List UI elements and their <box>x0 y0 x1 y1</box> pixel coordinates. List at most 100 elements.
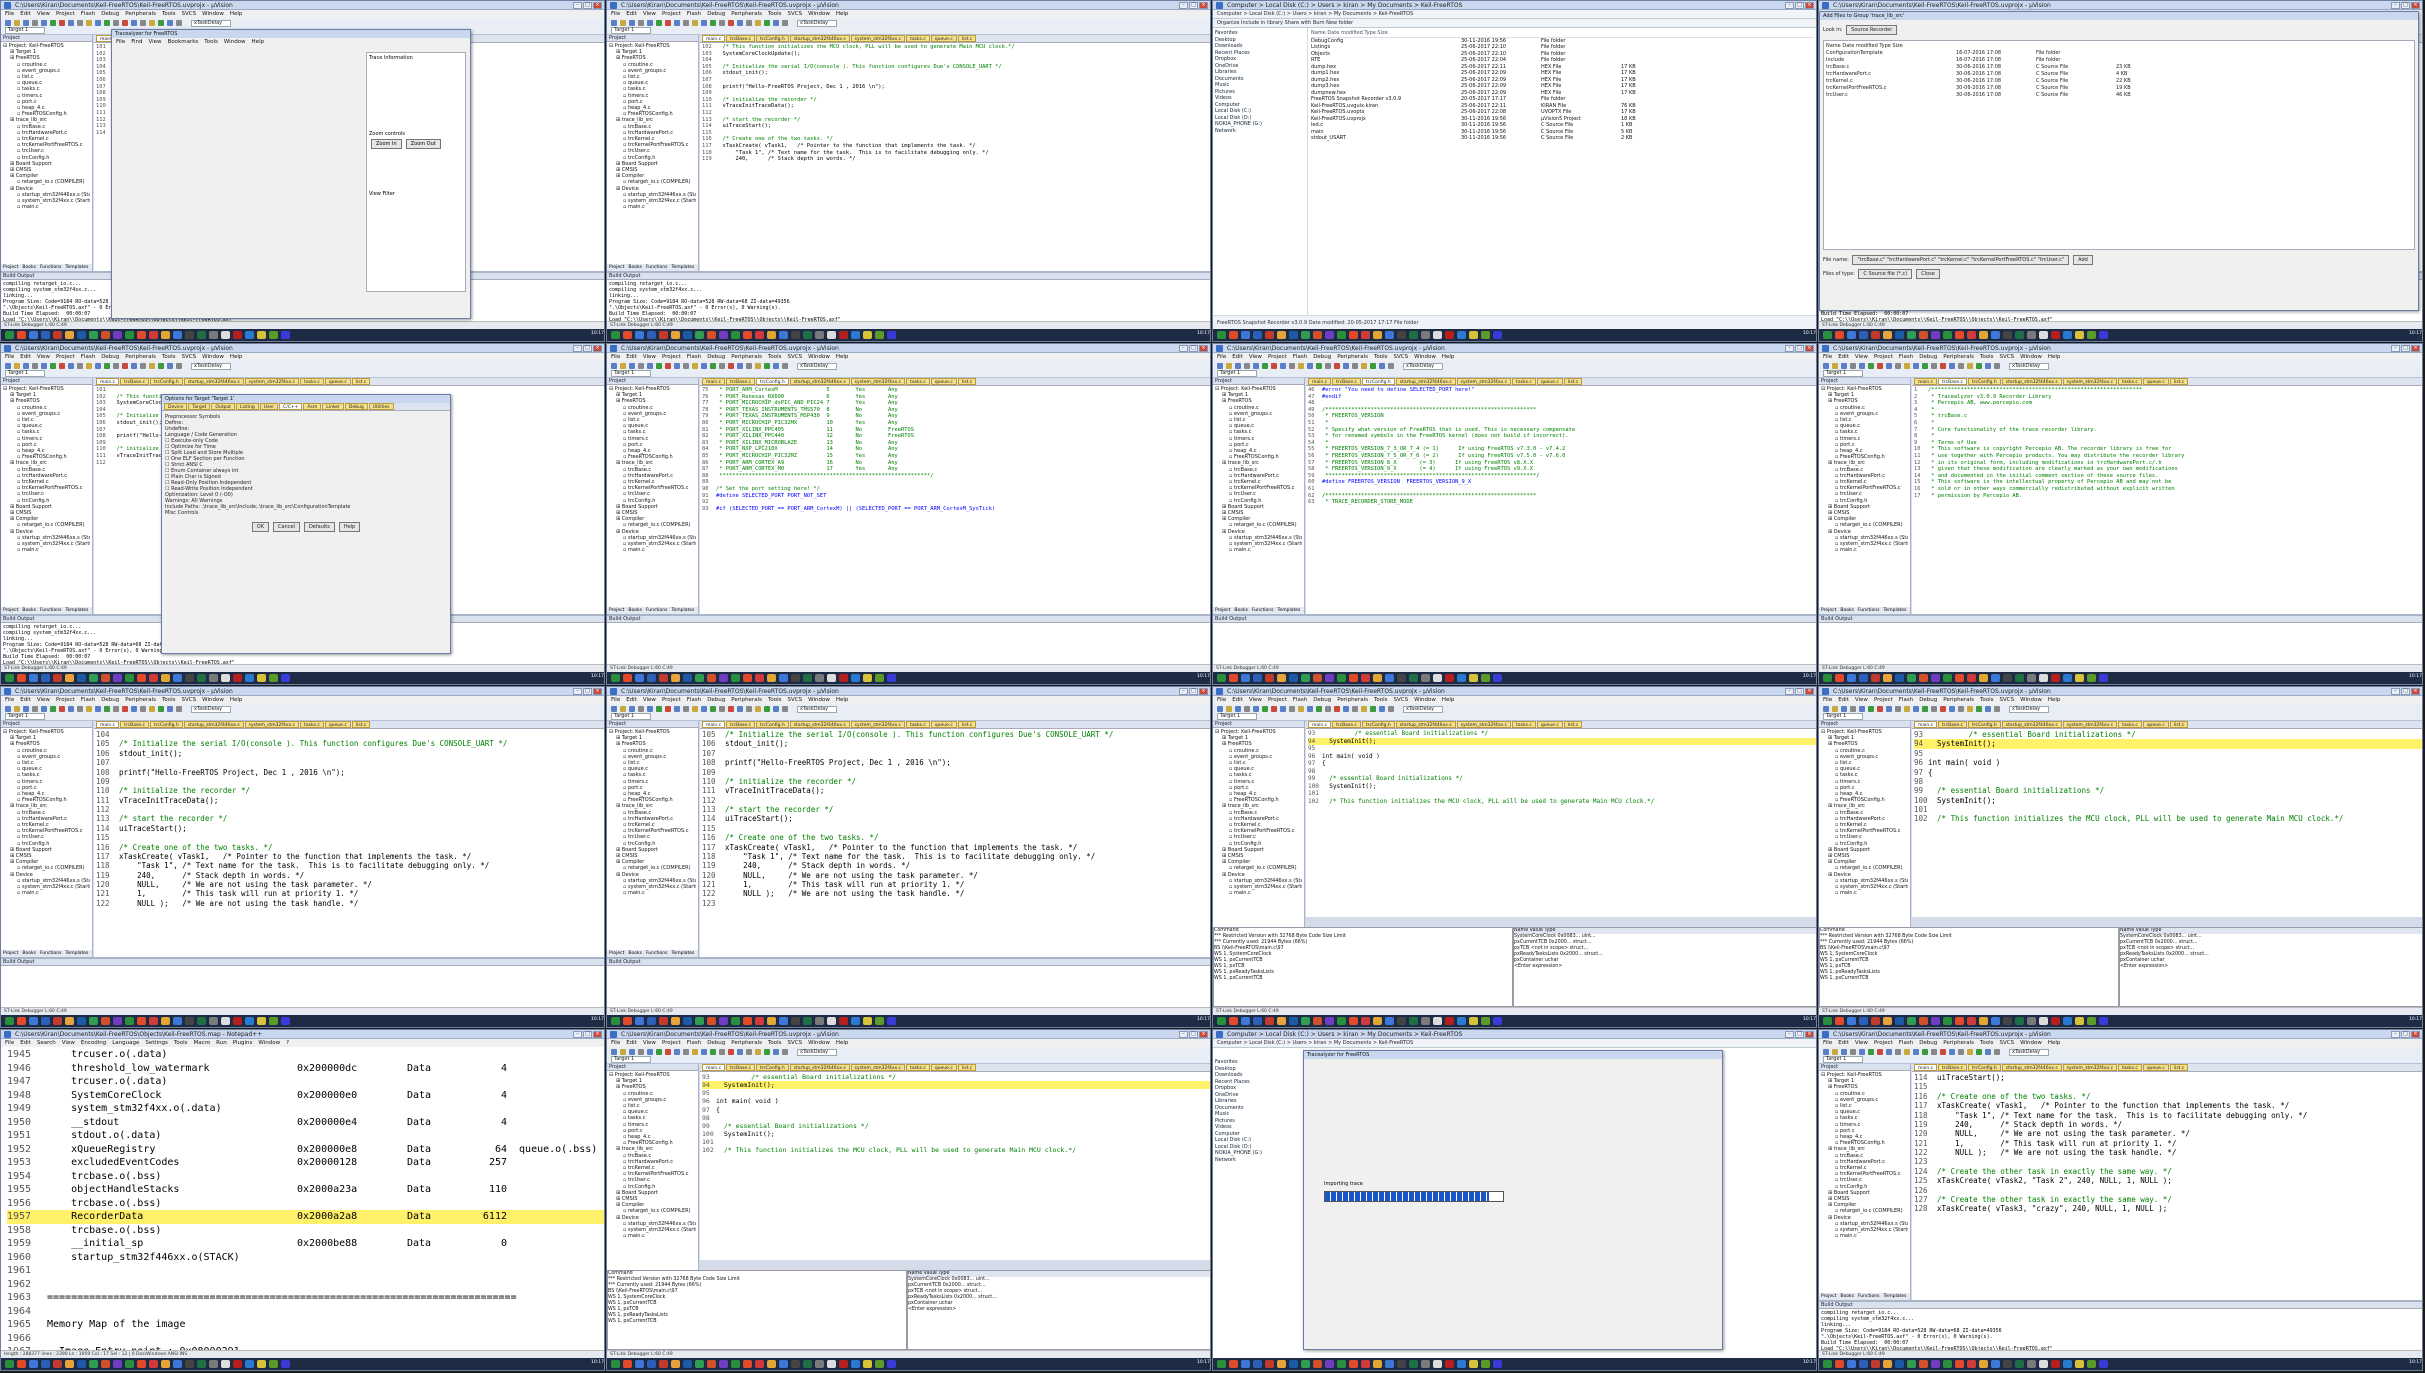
toolbar-button-icon[interactable] <box>710 363 716 369</box>
editor-tab[interactable]: tasks.c <box>1512 721 1536 728</box>
toolbar-button-icon[interactable] <box>113 706 119 712</box>
project-tab[interactable]: Functions <box>646 607 668 614</box>
taskbar-app-icon[interactable] <box>1469 1360 1478 1368</box>
target-select[interactable]: Target 1 <box>1823 370 1863 377</box>
menu-item[interactable]: Peripherals <box>125 10 156 18</box>
toolbar-button-icon[interactable] <box>692 363 698 369</box>
taskbar-app-icon[interactable] <box>1907 331 1916 339</box>
toolbar-button-icon[interactable] <box>158 20 164 26</box>
taskbar-app-icon[interactable] <box>2063 331 2072 339</box>
taskbar-app-icon[interactable] <box>1265 674 1274 682</box>
toolbar-button-icon[interactable] <box>611 363 617 369</box>
taskbar-app-icon[interactable] <box>29 674 38 682</box>
taskbar-app-icon[interactable] <box>53 1017 62 1025</box>
close-button[interactable]: × <box>1805 688 1814 695</box>
toolbar-button-icon[interactable] <box>1895 363 1901 369</box>
tree-item[interactable]: ▫ main.c <box>609 1233 696 1239</box>
taskbar-app-icon[interactable] <box>1397 674 1406 682</box>
taskbar-app-icon[interactable] <box>197 674 206 682</box>
maximize-button[interactable]: □ <box>583 688 592 695</box>
tree-item[interactable]: ▫ retarget_io.c (COMPILER) <box>1821 1208 1908 1214</box>
taskbar-app-icon[interactable] <box>125 674 134 682</box>
taskbar-app-icon[interactable] <box>113 331 122 339</box>
toolbar-button-icon[interactable] <box>674 706 680 712</box>
editor-tab[interactable]: startup_stm32f446xx.s <box>1395 378 1456 385</box>
taskbar-app-icon[interactable] <box>1229 1360 1238 1368</box>
toolbar-button-icon[interactable] <box>104 20 110 26</box>
toolbar-button-icon[interactable] <box>1271 706 1277 712</box>
taskbar-app-icon[interactable] <box>827 1360 836 1368</box>
menu-item[interactable]: Window <box>808 10 830 18</box>
editor-tab[interactable]: startup_stm32f446xx.s <box>789 35 850 42</box>
minimize-button[interactable]: – <box>2391 2 2400 9</box>
taskbar-app-icon[interactable] <box>707 674 716 682</box>
taskbar-app-icon[interactable] <box>2039 1017 2048 1025</box>
menu-item[interactable]: Settings <box>145 1039 168 1047</box>
editor-tab[interactable]: list.c <box>1563 721 1583 728</box>
close-button[interactable]: × <box>2411 688 2420 695</box>
editor-tab[interactable]: trcConfig.h <box>150 721 183 728</box>
taskbar-app-icon[interactable] <box>815 1360 824 1368</box>
taskbar-app-icon[interactable] <box>1421 1017 1430 1025</box>
tree-item[interactable]: ▫ main.c <box>1821 547 1908 553</box>
taskbar-app-icon[interactable] <box>1493 1017 1502 1025</box>
toolbar-button-icon[interactable] <box>50 706 56 712</box>
taskbar-app-icon[interactable] <box>161 674 170 682</box>
taskbar-app-icon[interactable] <box>281 1017 290 1025</box>
toolbar-button-icon[interactable] <box>1994 706 2000 712</box>
taskbar-app-icon[interactable] <box>1241 674 1250 682</box>
menu-item[interactable]: Help <box>836 696 849 704</box>
menu-item[interactable]: View <box>37 353 50 361</box>
tree-item[interactable]: ▫ retarget_io.c (COMPILER) <box>609 522 696 528</box>
taskbar-app-icon[interactable] <box>2039 674 2048 682</box>
taskbar-app-icon[interactable] <box>1943 1017 1952 1025</box>
taskbar-app-icon[interactable] <box>1301 331 1310 339</box>
taskbar-app-icon[interactable] <box>89 331 98 339</box>
taskbar-app-icon[interactable] <box>221 1360 230 1368</box>
target-select[interactable]: Target 1 <box>1217 713 1257 720</box>
taskbar-app-icon[interactable] <box>743 331 752 339</box>
taskbar-app-icon[interactable] <box>1493 331 1502 339</box>
toolbar-button-icon[interactable] <box>1316 363 1322 369</box>
taskbar-app-icon[interactable] <box>659 1360 668 1368</box>
toolbar-button-icon[interactable] <box>1922 1049 1928 1055</box>
toolbar-button-icon[interactable] <box>701 363 707 369</box>
taskbar-app-icon[interactable] <box>887 331 896 339</box>
menu-item[interactable]: Project <box>56 696 75 704</box>
target-select[interactable]: Target 1 <box>611 1056 651 1063</box>
close-button[interactable]: × <box>1805 2 1814 9</box>
toolbar-button-icon[interactable] <box>764 363 770 369</box>
taskbar-app-icon[interactable] <box>1385 1360 1394 1368</box>
maximize-button[interactable]: □ <box>1189 2 1198 9</box>
options-tab[interactable]: Target <box>188 403 211 410</box>
taskbar-app-icon[interactable] <box>731 1017 740 1025</box>
maximize-button[interactable]: □ <box>1189 1031 1198 1038</box>
toolbar-button-icon[interactable] <box>1361 706 1367 712</box>
toolbar-button-icon[interactable] <box>719 1049 725 1055</box>
taskbar-app-icon[interactable] <box>623 674 632 682</box>
taskbar-app-icon[interactable] <box>647 1017 656 1025</box>
toolbar-button-icon[interactable] <box>1859 1049 1865 1055</box>
menu-item[interactable]: View <box>1855 353 1868 361</box>
taskbar-app-icon[interactable] <box>1229 1017 1238 1025</box>
taskbar-app-icon[interactable] <box>269 331 278 339</box>
toolbar-button-icon[interactable] <box>1388 706 1394 712</box>
toolbar-button-icon[interactable] <box>1958 1049 1964 1055</box>
taskbar-app-icon[interactable] <box>173 674 182 682</box>
editor-tab[interactable]: list.c <box>957 378 977 385</box>
filetype-select[interactable]: C Source file (*.c) <box>1858 269 1913 279</box>
editor-tab[interactable]: queue.c <box>2142 1064 2169 1071</box>
filename-input[interactable]: "trcBase.c" "trcHardwarePort.c" "trcKern… <box>1852 255 2070 265</box>
taskbar-app-icon[interactable] <box>209 674 218 682</box>
taskbar-app-icon[interactable] <box>137 331 146 339</box>
toolbar-button-icon[interactable] <box>746 363 752 369</box>
taskbar-app-icon[interactable] <box>611 674 620 682</box>
taskbar-app-icon[interactable] <box>1979 331 1988 339</box>
taskbar-app-icon[interactable] <box>101 1360 110 1368</box>
tree-item[interactable]: ▫ main.c <box>3 547 90 553</box>
toolbar-button-icon[interactable] <box>32 363 38 369</box>
taskbar-app-icon[interactable] <box>173 331 182 339</box>
tree-item[interactable]: ▫ main.c <box>1215 547 1302 553</box>
toolbar-button-icon[interactable] <box>1352 363 1358 369</box>
taskbar-app-icon[interactable] <box>2015 1360 2024 1368</box>
